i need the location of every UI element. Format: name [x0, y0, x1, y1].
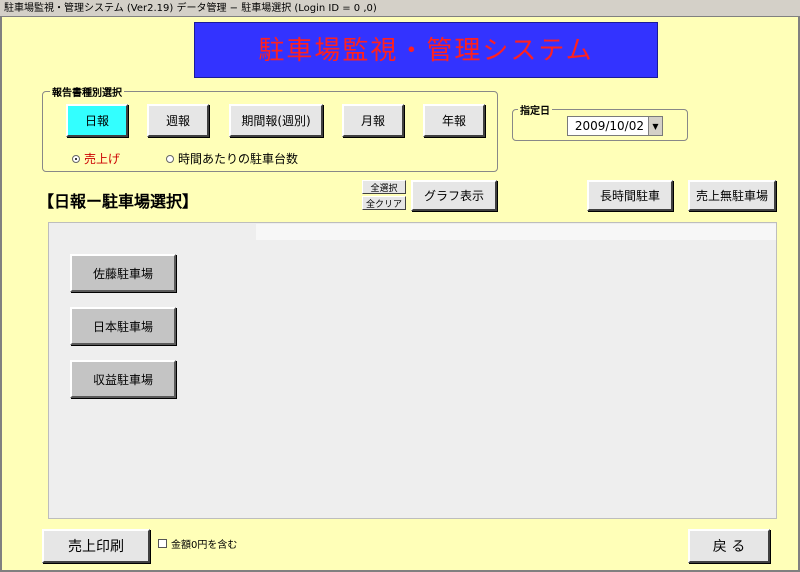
radio-selected-icon — [72, 154, 80, 163]
lot-button-sato[interactable]: 佐藤駐車場 — [70, 254, 176, 292]
include-zero-label: 金額0円を含む — [171, 540, 238, 551]
long-term-parking-button[interactable]: 長時間駐車 — [587, 180, 673, 211]
no-sales-lot-button[interactable]: 売上無駐車場 — [688, 180, 776, 211]
clear-all-button[interactable]: 全クリア — [362, 196, 406, 210]
date-value: 2009/10/02 — [574, 119, 644, 133]
print-sales-button[interactable]: 売上印刷 — [42, 529, 150, 563]
back-button[interactable]: 戻 る — [688, 529, 770, 563]
sales-radio-label: 売上げ — [84, 152, 121, 166]
graph-display-button[interactable]: グラフ表示 — [411, 180, 497, 211]
sales-radio[interactable]: 売上げ — [72, 150, 120, 167]
window-title: 駐車場監視・管理システム (Ver2.19) データ管理 − 駐車場選択 (Lo… — [0, 0, 800, 17]
weekly-report-button[interactable]: 週報 — [147, 104, 209, 137]
panel-header-strip — [256, 224, 776, 240]
lot-button-shueki[interactable]: 収益駐車場 — [70, 360, 176, 398]
section-title: 【日報ー駐車場選択】 — [38, 192, 199, 211]
monthly-report-button[interactable]: 月報 — [342, 104, 404, 137]
select-all-button[interactable]: 全選択 — [362, 180, 406, 194]
parking-count-radio[interactable]: 時間あたりの駐車台数 — [166, 150, 298, 167]
daily-report-button[interactable]: 日報 — [66, 104, 128, 137]
app-banner: 駐車場監視・管理システム — [194, 22, 658, 78]
include-zero-checkbox[interactable]: 金額0円を含む — [158, 536, 237, 551]
parking-count-radio-label: 時間あたりの駐車台数 — [178, 152, 299, 166]
period-report-button[interactable]: 期間報(週別) — [229, 104, 323, 137]
lot-button-nihon[interactable]: 日本駐車場 — [70, 307, 176, 345]
date-group-label: 指定日 — [518, 102, 552, 117]
checkbox-unchecked-icon — [158, 539, 167, 548]
date-dropdown[interactable]: 2009/10/02 ▼ — [567, 116, 663, 136]
radio-unselected-icon — [166, 154, 174, 163]
yearly-report-button[interactable]: 年報 — [423, 104, 485, 137]
report-type-group-label: 報告書種別選択 — [50, 84, 124, 99]
chevron-down-icon[interactable]: ▼ — [648, 117, 662, 135]
